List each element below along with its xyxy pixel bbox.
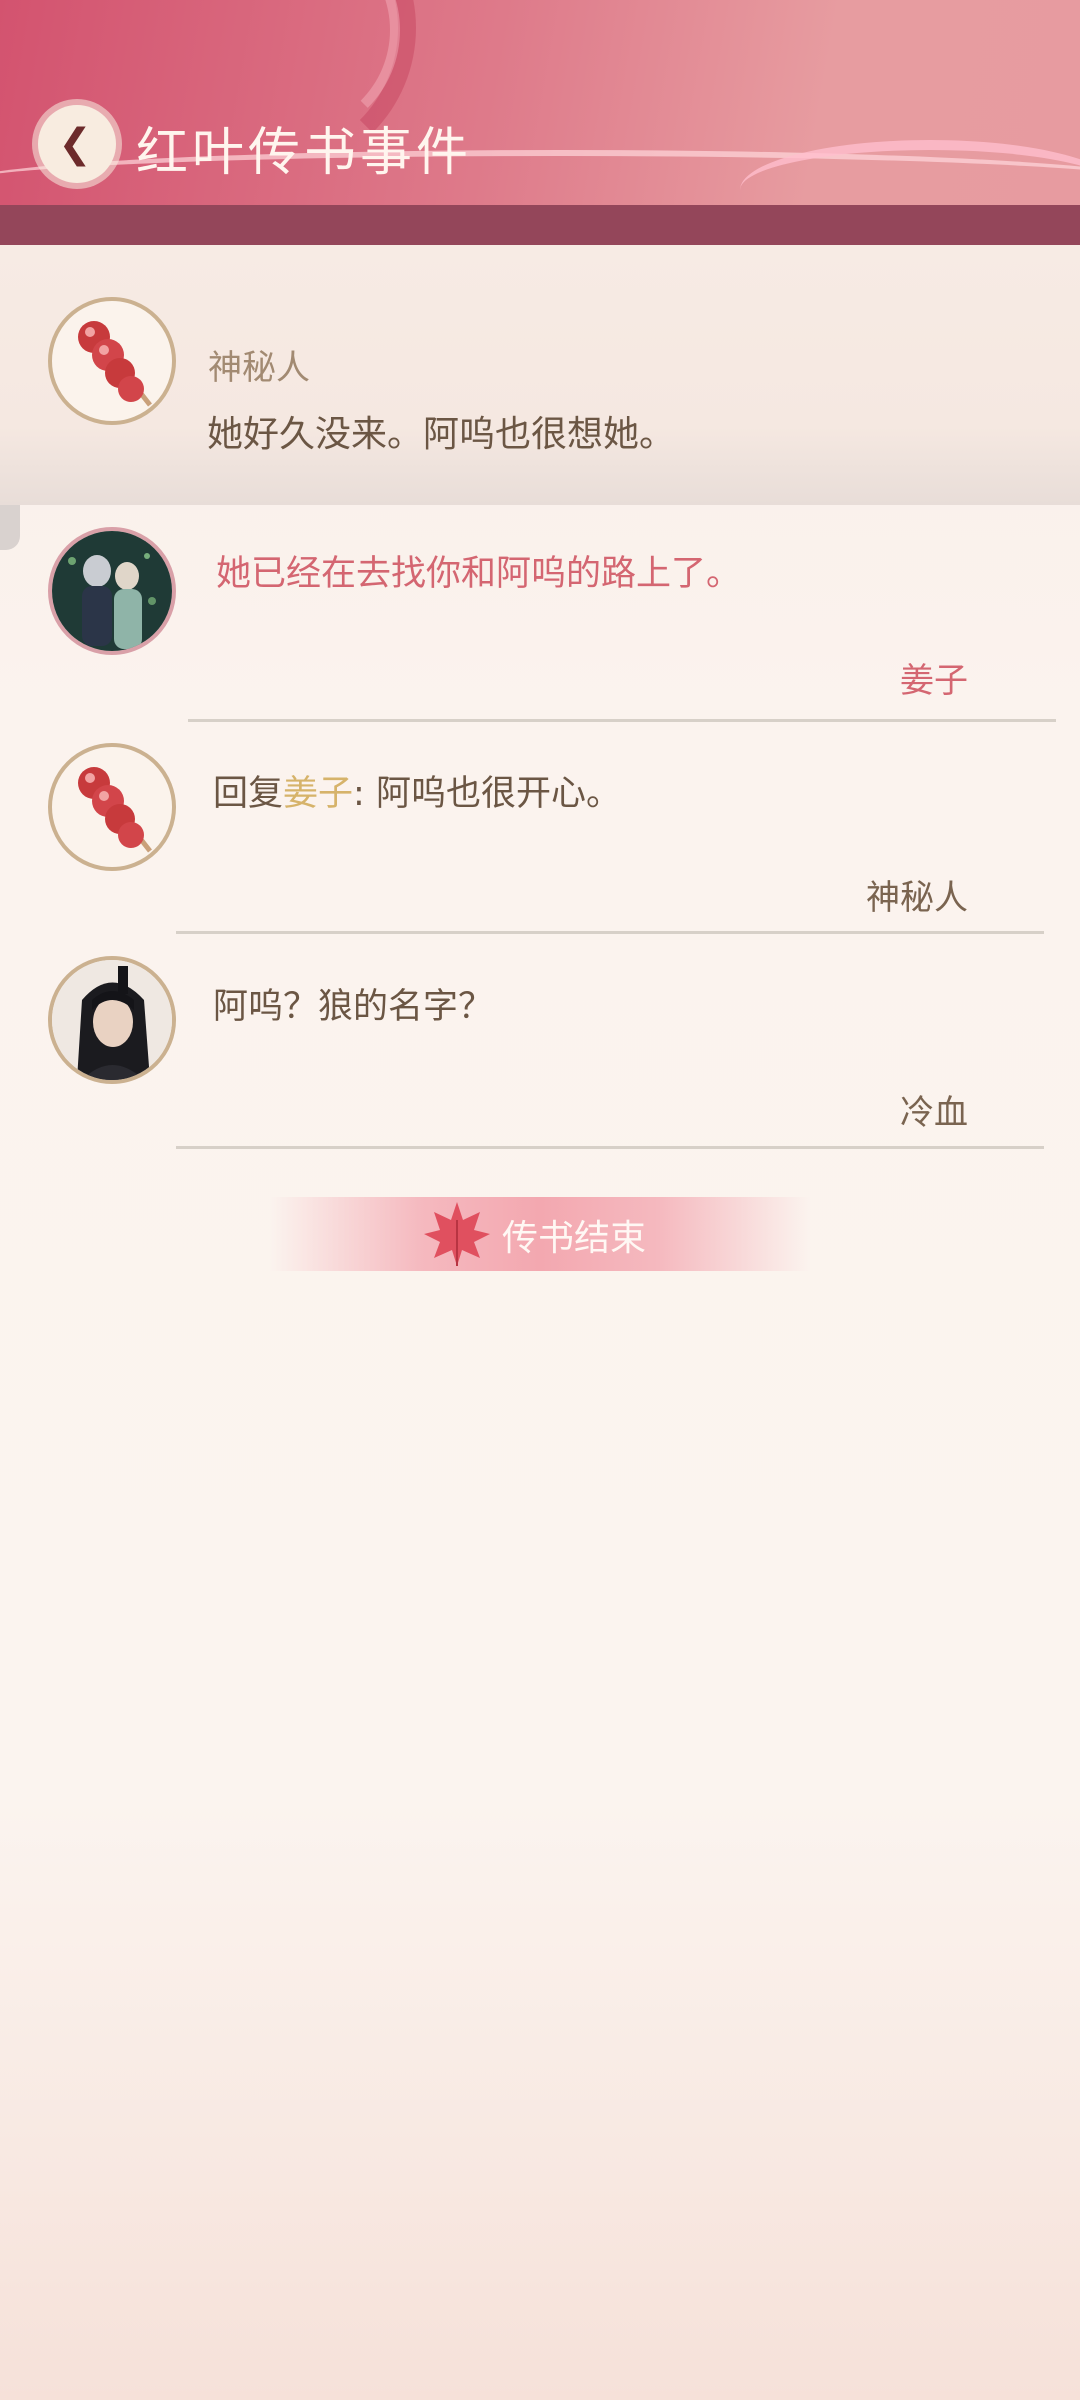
reply-prefix: 回复 xyxy=(213,774,284,814)
avatar[interactable] xyxy=(48,527,176,655)
reply-to-name[interactable]: 姜子 xyxy=(283,774,353,814)
maple-leaf-icon xyxy=(424,1202,490,1266)
post-author: 神秘人 xyxy=(208,348,310,388)
comment-author[interactable]: 姜子 xyxy=(900,653,968,702)
divider xyxy=(176,1146,1044,1149)
couple-portrait-icon xyxy=(52,531,172,651)
end-of-letters-banner: 传书结束 xyxy=(270,1197,810,1271)
header-band xyxy=(0,205,1080,245)
page-title: 红叶传书事件 xyxy=(136,123,473,183)
post-text: 她好久没来。阿呜也很想她。 xyxy=(207,414,676,455)
header-banner: ❮ 红叶传书事件 xyxy=(0,0,1080,245)
original-post: 神秘人 她好久没来。阿呜也很想她。 xyxy=(0,245,1080,505)
comment-text: 回复姜子: 阿呜也很开心。 xyxy=(213,765,621,816)
avatar[interactable] xyxy=(48,297,176,425)
end-label: 传书结束 xyxy=(502,1218,647,1259)
comment-author[interactable]: 冷血 xyxy=(900,1085,968,1134)
swordsman-portrait-icon xyxy=(52,960,172,1080)
chevron-left-icon: ❮ xyxy=(58,121,92,167)
back-button[interactable]: ❮ xyxy=(38,105,116,183)
avatar[interactable] xyxy=(48,743,176,871)
comment-text: 她已经在去找你和阿呜的路上了。 xyxy=(216,554,742,594)
comment-item: 阿呜？狼的名字？ 冷血 xyxy=(0,940,1080,1155)
candied-haws-icon xyxy=(78,321,152,407)
candied-haws-icon xyxy=(78,767,152,853)
comment-item: 回复姜子: 阿呜也很开心。 神秘人 xyxy=(0,725,1080,940)
divider xyxy=(188,719,1056,722)
comment-item: 她已经在去找你和阿呜的路上了。 姜子 xyxy=(0,505,1080,725)
divider xyxy=(176,931,1044,934)
avatar[interactable] xyxy=(48,956,176,1084)
comment-text: 阿呜？狼的名字？ xyxy=(213,987,494,1027)
reply-text: : 阿呜也很开心。 xyxy=(353,774,621,814)
comment-author[interactable]: 神秘人 xyxy=(866,870,968,919)
